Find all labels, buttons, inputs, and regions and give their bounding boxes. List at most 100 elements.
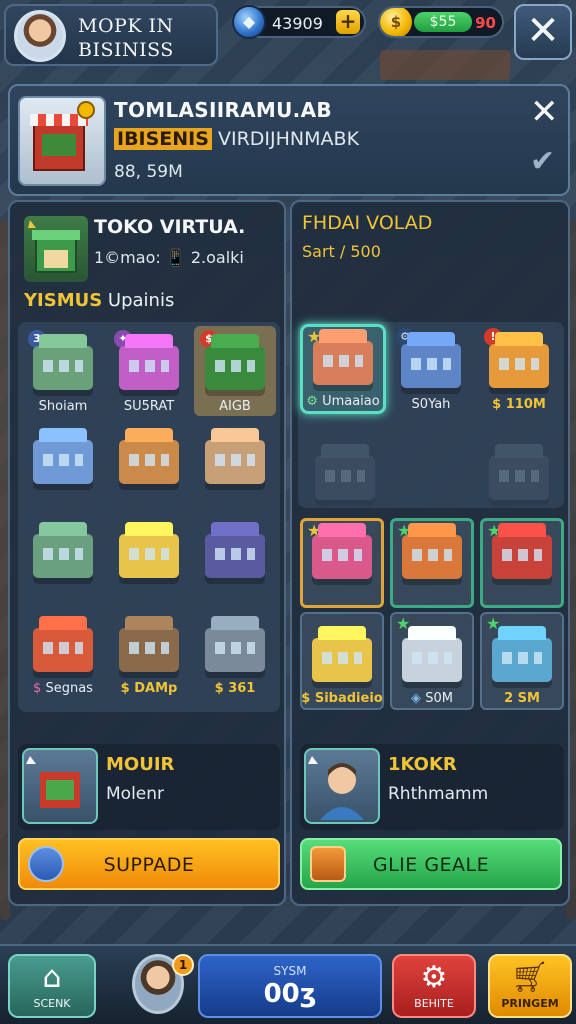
left-item-10[interactable]: $ Segnas — [22, 608, 104, 698]
item-label: 2 SM — [504, 691, 540, 706]
item-label-text: Sibadieio — [314, 691, 383, 706]
nav-settings-button[interactable]: ⚙ BEHITE — [392, 954, 476, 1018]
upgrade-green-button[interactable]: GLIE GEALE — [300, 838, 562, 890]
nav-center-label: SYSM — [273, 964, 307, 978]
building-icon — [119, 346, 179, 390]
left-item-5[interactable] — [108, 420, 190, 510]
item-label: ◈ S0M — [411, 690, 453, 708]
right-item-7[interactable]: $ Sibadieio — [300, 612, 384, 710]
item-label-text: 361 — [228, 681, 256, 696]
upgrades-label: Upainis — [107, 290, 175, 311]
item-label: Shoiam — [38, 399, 88, 414]
item-label: ⚙ Umaaiao — [306, 393, 379, 411]
building-icon — [119, 628, 179, 672]
store-subtitle: 1©mao: 📱 2.oalki — [94, 248, 244, 267]
left-item-12[interactable]: $ 361 — [194, 608, 276, 698]
gem-counter: ◆ 43909 + — [232, 5, 366, 39]
item-label: AIGB — [219, 399, 251, 414]
stall-icon — [26, 756, 80, 808]
left-item-1[interactable]: 3 Shoiam — [22, 326, 104, 416]
profile-name: MOPK IN BISINISS — [78, 14, 218, 62]
business-type-highlight: IBISENIS — [114, 128, 212, 150]
coin-counter: $ $55 90 — [378, 6, 504, 38]
left-item-9[interactable] — [194, 514, 276, 604]
left-building-grid: 3 Shoiam ✦ SU5RAT $ AIGB $ Segnas $ DAMp… — [18, 322, 280, 712]
right-item-3[interactable]: ! $ 110M — [478, 324, 560, 414]
profile-name-line2: BISINISS — [78, 39, 174, 61]
business-value: 88, 59M — [114, 162, 183, 182]
profile-name-line1: MOPK IN — [78, 15, 174, 37]
upgrades-row: YISMUS Upainis — [24, 290, 174, 311]
add-gems-button[interactable]: + — [336, 10, 360, 34]
nav-home-button[interactable]: ⌂ SCENK — [8, 954, 96, 1018]
item-label: $ Segnas — [33, 680, 93, 698]
building-icon — [205, 346, 265, 390]
store-thumbnail-icon — [24, 216, 88, 282]
shop-building-icon — [30, 101, 95, 171]
right-worker-card[interactable]: 1KOKR Rhthmamm — [300, 744, 564, 830]
building-icon — [205, 628, 265, 672]
right-building-grid-bottom: ★ ★ ★ $ Sibadieio ★ ◈ S0M ★ 2 SM — [298, 516, 564, 712]
item-label-text: S0M — [425, 691, 453, 706]
left-item-11[interactable]: $ DAMp — [108, 608, 190, 698]
coin-value: $55 — [414, 12, 472, 32]
right-item-9[interactable]: ★ 2 SM — [480, 612, 564, 710]
home-icon: ⌂ — [42, 960, 62, 995]
item-label-text: DAMp — [134, 681, 178, 696]
upgrade-button-label: SUPPADE — [103, 854, 195, 876]
locked-building-icon — [489, 456, 549, 500]
price-icon: $ — [120, 681, 130, 696]
building-icon — [33, 534, 93, 578]
worker-shop-icon — [22, 748, 98, 824]
left-item-4[interactable] — [22, 420, 104, 510]
manager-portrait — [304, 748, 380, 824]
right-item-1[interactable]: ★ ⚙ Umaaiao — [300, 324, 386, 414]
left-item-7[interactable] — [22, 514, 104, 604]
left-item-6[interactable] — [194, 420, 276, 510]
right-item-2[interactable]: ⚙ S0Yah — [390, 324, 472, 414]
locked-slot-1 — [304, 418, 386, 508]
item-label-text: 110M — [505, 397, 546, 412]
gear-icon: ⚙ — [420, 960, 448, 995]
right-item-8[interactable]: ★ ◈ S0M — [390, 612, 474, 710]
green-button-label: GLIE GEALE — [372, 854, 490, 876]
business-info-panel: TOMLASIIRAMU.AB IBISENIS VIRDIJHNMABK 88… — [8, 84, 570, 196]
nav-settings-label: BEHITE — [414, 997, 454, 1010]
price-icon: $ — [301, 691, 311, 706]
price-icon: $ — [492, 397, 502, 412]
right-item-6[interactable]: ★ — [480, 518, 564, 608]
building-icon — [205, 440, 265, 484]
profile-card[interactable]: MOPK IN BISINISS — [4, 4, 218, 66]
nav-shop-label: PRINGEM — [501, 997, 559, 1010]
building-icon — [492, 535, 552, 579]
upgrade-button[interactable]: SUPPADE — [18, 838, 280, 890]
right-item-5[interactable]: ★ — [390, 518, 474, 608]
item-label: S0Yah — [411, 397, 451, 412]
worker-title: MOUIR — [106, 754, 175, 775]
coin-secondary-value: 90 — [475, 14, 496, 32]
building-icon — [119, 534, 179, 578]
right-item-4[interactable]: ★ — [300, 518, 384, 608]
business-type-rest: VIRDIJHNMABK — [218, 128, 360, 150]
close-button[interactable]: ✕ — [514, 4, 572, 60]
info-close-button[interactable]: ✕ — [530, 92, 559, 132]
manager-title: 1KOKR — [388, 754, 457, 775]
left-item-3[interactable]: $ AIGB — [194, 326, 276, 416]
nav-center-button[interactable]: SYSM 00ʒ — [198, 954, 382, 1018]
building-icon — [119, 440, 179, 484]
coin-icon: $ — [380, 8, 412, 36]
top-bar: MOPK IN BISINISS ◆ 43909 + $ $55 90 ✕ — [0, 0, 576, 76]
building-icon — [33, 346, 93, 390]
item-label-text: Segnas — [45, 681, 93, 696]
nav-shop-button[interactable]: 🛒︎ PRINGEM — [488, 954, 572, 1018]
left-item-8[interactable] — [108, 514, 190, 604]
building-icon — [313, 341, 373, 385]
left-worker-card[interactable]: MOUIR Molenr — [18, 744, 280, 830]
building-icon — [402, 638, 462, 682]
left-item-2[interactable]: ✦ SU5RAT — [108, 326, 190, 416]
building-icon — [33, 440, 93, 484]
info-confirm-check-icon[interactable]: ✔ — [530, 144, 555, 179]
building-icon — [492, 638, 552, 682]
player-avatar[interactable] — [14, 10, 66, 62]
upgrade-icon — [28, 846, 64, 882]
